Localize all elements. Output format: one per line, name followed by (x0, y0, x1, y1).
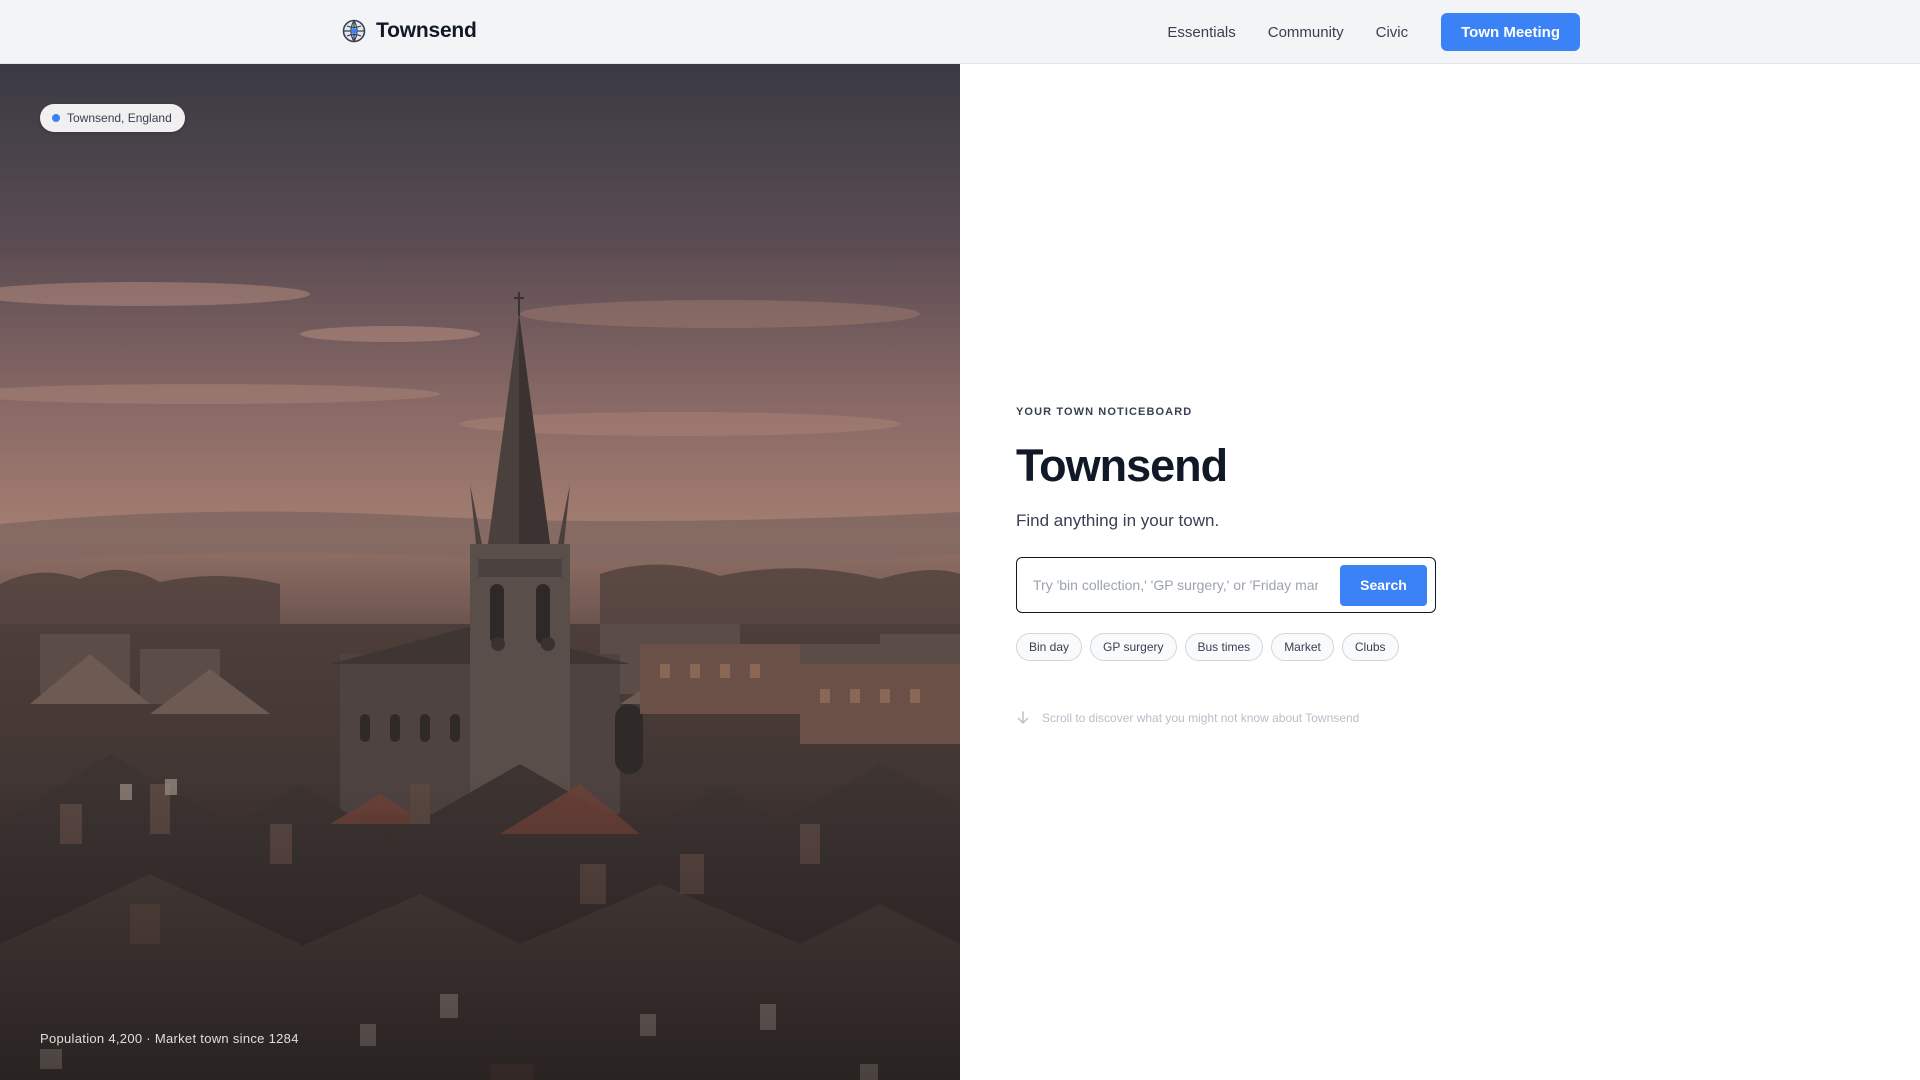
town-skyline-illustration (0, 64, 960, 1080)
search-bar: Search (1016, 557, 1436, 614)
brand-name: Townsend (376, 19, 477, 42)
location-label: Townsend, England (67, 111, 172, 125)
brand[interactable]: Townsend (342, 19, 477, 43)
page-title: Townsend (1016, 440, 1228, 491)
location-dot-icon (52, 114, 60, 122)
scroll-hint[interactable]: Scroll to discover what you might not kn… (1016, 711, 1456, 725)
hero-image-panel: Townsend, England Population 4,200 · Mar… (0, 64, 960, 1080)
quick-links: Bin day GP surgery Bus times Market Club… (1016, 633, 1456, 662)
main-nav: Essentials Community Civic Town Meeting (1167, 12, 1580, 52)
top-navigation-bar: Townsend Essentials Community Civic Town… (0, 0, 1920, 64)
search-input[interactable] (1033, 577, 1318, 594)
chip-market[interactable]: Market (1271, 633, 1334, 662)
chip-clubs[interactable]: Clubs (1341, 633, 1399, 662)
hero-caption: Population 4,200 · Market town since 128… (40, 1031, 299, 1046)
town-meeting-button[interactable]: Town Meeting (1441, 13, 1580, 51)
search-button[interactable]: Search (1340, 564, 1427, 606)
globe-icon (342, 19, 366, 43)
chip-bus-times[interactable]: Bus times (1184, 633, 1264, 662)
nav-link-civic[interactable]: Civic (1376, 24, 1409, 41)
location-badge: Townsend, England (40, 104, 185, 132)
nav-link-essentials[interactable]: Essentials (1167, 24, 1235, 41)
scroll-hint-text: Scroll to discover what you might not kn… (1042, 711, 1360, 726)
noticeboard-content: YOUR TOWN NOTICEBOARD Townsend Find anyt… (1016, 406, 1456, 725)
eyebrow-label: YOUR TOWN NOTICEBOARD (1016, 406, 1193, 418)
nav-link-community[interactable]: Community (1268, 24, 1344, 41)
page-subtitle: Find anything in your town. (1016, 511, 1220, 531)
chip-gp-surgery[interactable]: GP surgery (1090, 633, 1177, 662)
arrow-down-icon (1017, 711, 1029, 724)
chip-bin-day[interactable]: Bin day (1016, 633, 1083, 662)
